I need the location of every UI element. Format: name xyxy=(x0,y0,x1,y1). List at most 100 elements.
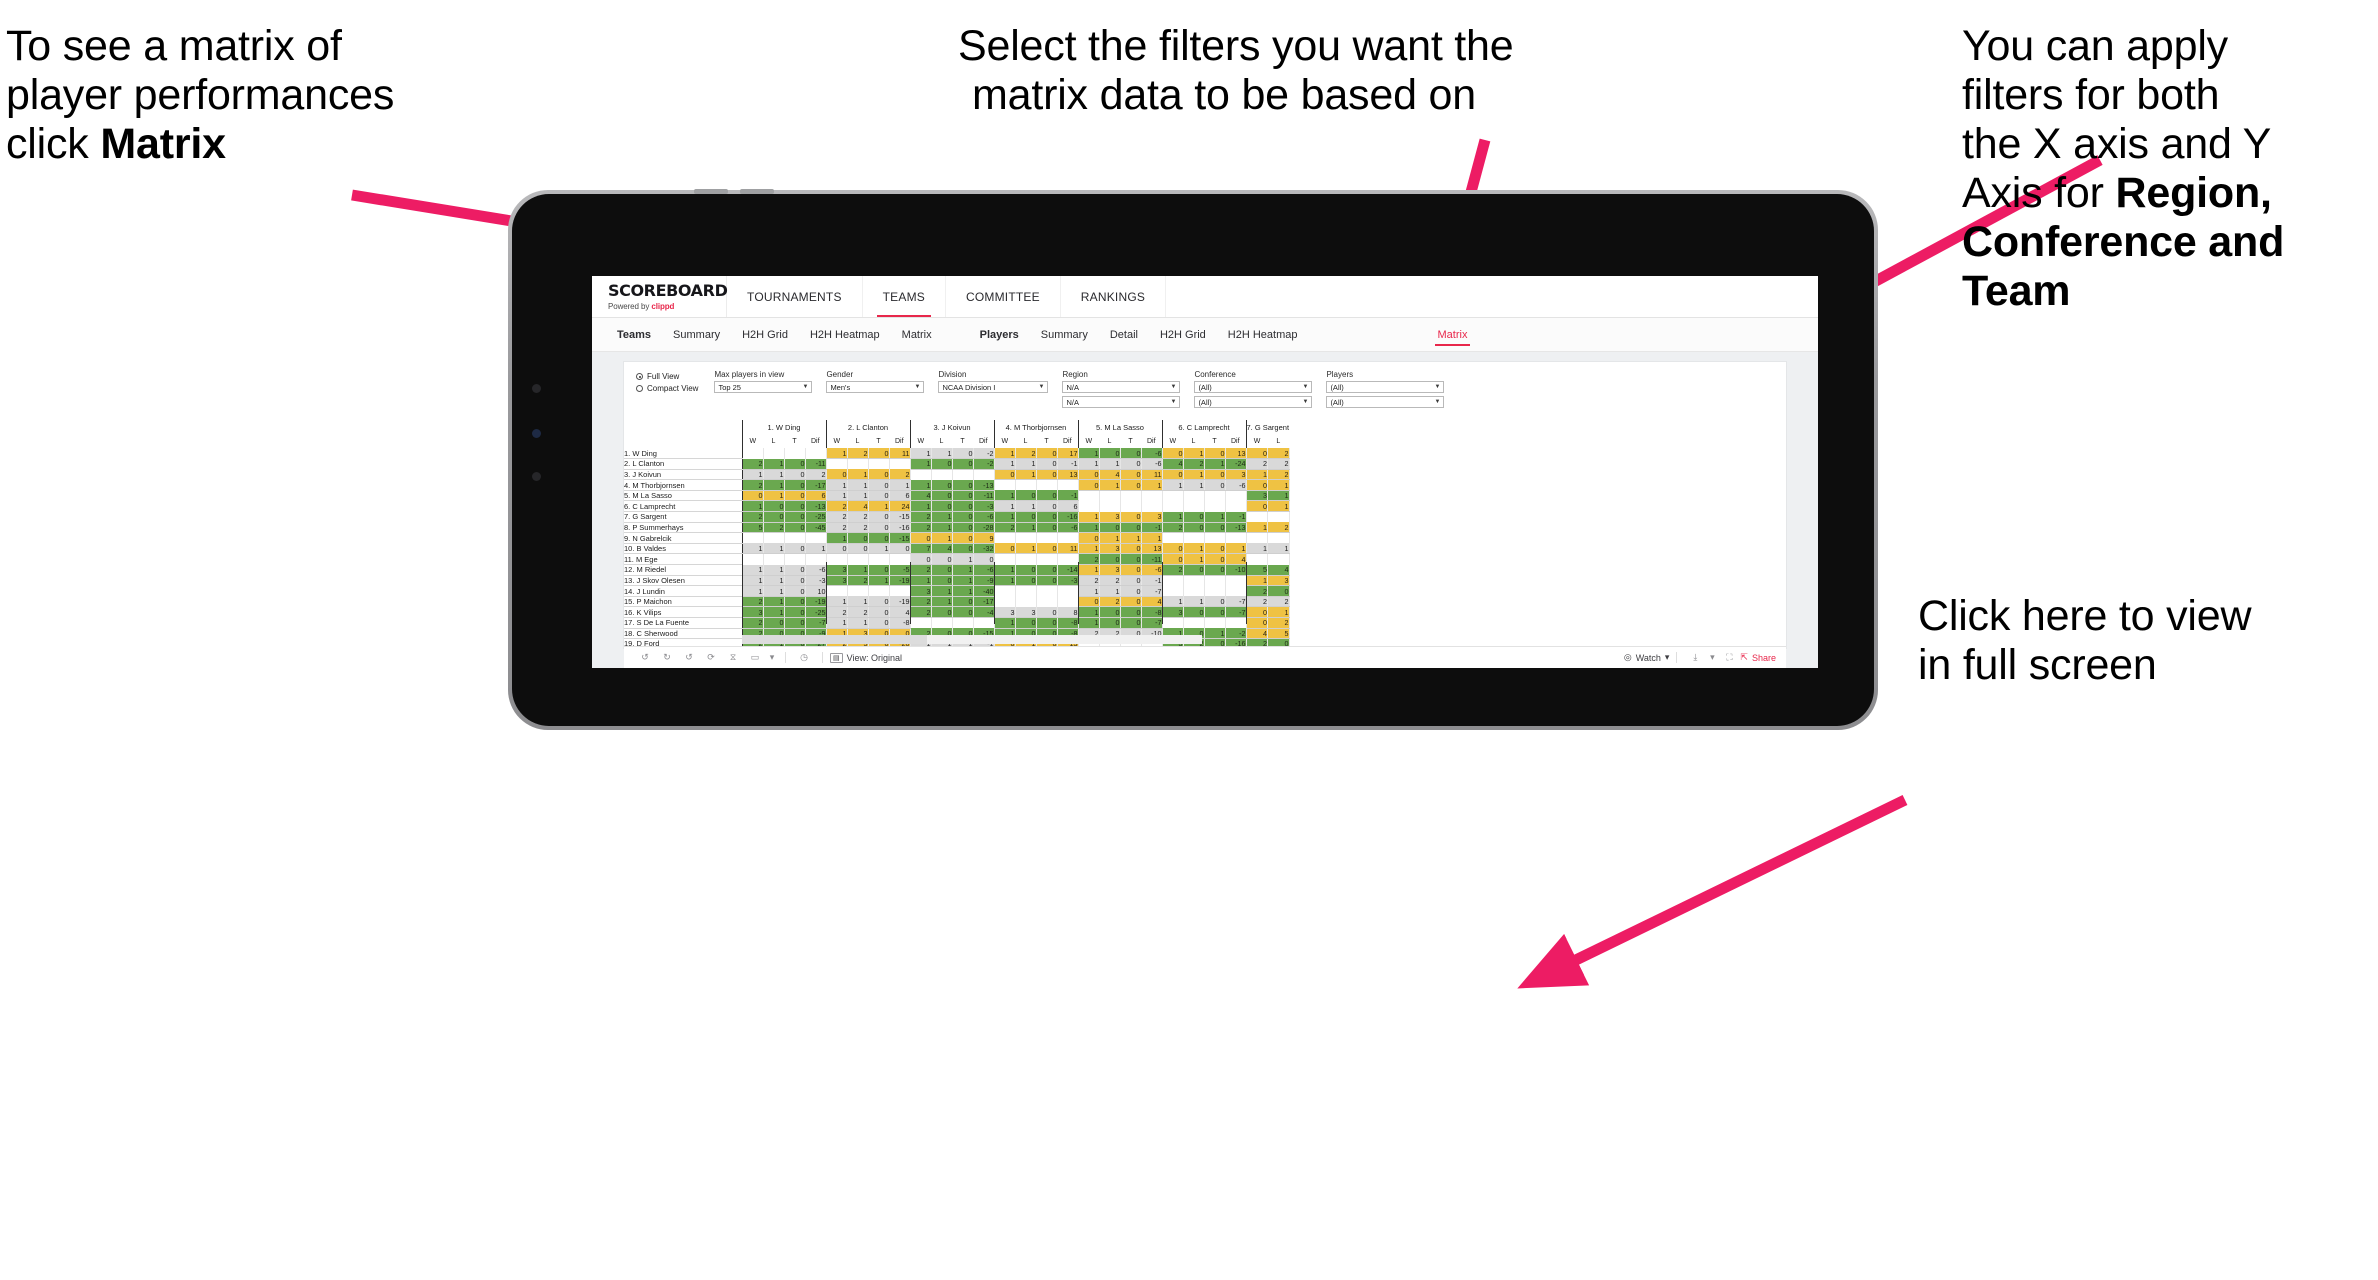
matrix-cell[interactable]: 1 xyxy=(1183,469,1205,481)
matrix-cell[interactable]: 1 xyxy=(741,543,764,555)
matrix-cell[interactable] xyxy=(805,448,827,459)
matrix-cell[interactable]: 2 xyxy=(1267,458,1290,470)
matrix-cell[interactable]: 9 xyxy=(973,532,995,544)
matrix-horizontal-scrollbar[interactable] xyxy=(742,635,1202,644)
matrix-cell[interactable]: 0 xyxy=(1036,543,1058,555)
matrix-cell[interactable]: 4 xyxy=(1161,458,1184,470)
matrix-cell[interactable] xyxy=(952,469,974,480)
matrix-cell[interactable] xyxy=(1099,500,1121,512)
matrix-cell[interactable]: 0 xyxy=(1120,448,1142,460)
matrix-cell[interactable]: 1 xyxy=(805,543,827,555)
app-logo[interactable]: SCOREBOARD Powered by clippd xyxy=(592,276,728,317)
matrix-cell[interactable]: 1 xyxy=(1267,479,1290,491)
sub-nav-players-h2h-heatmap[interactable]: H2H Heatmap xyxy=(1217,318,1309,352)
matrix-cell[interactable]: 1 xyxy=(1015,469,1037,481)
matrix-cell[interactable]: 0 xyxy=(1036,458,1058,470)
matrix-cell[interactable]: 1 xyxy=(1161,479,1184,491)
matrix-cell[interactable]: 1 xyxy=(1099,532,1121,544)
matrix-cell[interactable]: 1 xyxy=(1267,490,1290,502)
matrix-cell[interactable]: 1 xyxy=(1183,479,1205,491)
matrix-cell[interactable] xyxy=(1057,532,1079,544)
matrix-cell[interactable]: 1 xyxy=(1141,532,1163,544)
matrix-cell[interactable] xyxy=(1267,532,1290,544)
scrollbar-thumb[interactable] xyxy=(742,635,927,644)
sub-nav-teams-h2h-grid[interactable]: H2H Grid xyxy=(731,318,799,352)
matrix-cell[interactable]: 0 xyxy=(952,479,974,491)
matrix-cell[interactable]: 1 xyxy=(1077,511,1100,523)
matrix-cell[interactable]: 0 xyxy=(763,500,785,513)
matrix-cell[interactable]: 0 xyxy=(1120,469,1142,481)
pause-icon[interactable]: ⧖ xyxy=(722,649,744,667)
matrix-cell[interactable]: 3 xyxy=(1099,543,1121,555)
matrix-cell[interactable]: 0 xyxy=(868,448,890,460)
matrix-cell[interactable]: 0 xyxy=(1099,522,1121,534)
matrix-cell[interactable]: 4 xyxy=(1099,469,1121,481)
matrix-cell[interactable] xyxy=(825,458,848,470)
matrix-cell[interactable]: 3 xyxy=(1245,490,1269,502)
matrix-cell[interactable]: 0 xyxy=(1161,543,1184,555)
undo-icon[interactable]: ↺ xyxy=(634,649,656,667)
view-original-button[interactable]: ▤ View: Original xyxy=(830,652,902,663)
matrix-cell[interactable] xyxy=(993,479,1016,491)
matrix-cell[interactable]: 2 xyxy=(1161,522,1184,534)
matrix-cell[interactable] xyxy=(741,448,764,459)
matrix-cell[interactable]: 2 xyxy=(741,511,764,523)
matrix-cell[interactable]: 0 xyxy=(1099,448,1121,460)
matrix-cell[interactable]: 0 xyxy=(1036,448,1058,460)
matrix-cell[interactable]: -15 xyxy=(889,532,911,544)
matrix-cell[interactable] xyxy=(1077,490,1100,501)
matrix-cell[interactable]: 0 xyxy=(1183,522,1205,534)
matrix-cell[interactable]: 0 xyxy=(825,469,848,481)
matrix-cell[interactable] xyxy=(1015,532,1037,544)
matrix-cell[interactable]: 1 xyxy=(1099,458,1121,470)
matrix-cell[interactable]: 0 xyxy=(847,532,869,544)
matrix-cell[interactable]: -17 xyxy=(805,479,827,491)
matrix-cell[interactable]: -25 xyxy=(805,511,827,523)
matrix-cell[interactable]: 1 xyxy=(847,479,869,491)
matrix-cell[interactable]: -16 xyxy=(889,522,911,534)
matrix-cell[interactable]: 0 xyxy=(784,469,806,481)
matrix-cell[interactable]: 0 xyxy=(1077,532,1100,544)
matrix-cell[interactable]: 0 xyxy=(868,522,890,534)
matrix-cell[interactable]: -32 xyxy=(973,543,995,555)
matrix-cell[interactable]: 0 xyxy=(1036,511,1058,523)
matrix-cell[interactable] xyxy=(1204,500,1226,512)
matrix-cell[interactable]: 0 xyxy=(763,511,785,523)
matrix-cell[interactable] xyxy=(889,458,911,470)
matrix-cell[interactable]: 0 xyxy=(993,469,1016,481)
matrix-cell[interactable] xyxy=(847,458,869,470)
matrix-cell[interactable] xyxy=(1183,490,1205,501)
matrix-cell[interactable]: 1 xyxy=(1267,543,1290,555)
matrix-cell[interactable]: 0 xyxy=(909,532,932,544)
matrix-cell[interactable]: 0 xyxy=(952,532,974,544)
matrix-cell[interactable]: 0 xyxy=(931,479,953,491)
matrix-cell[interactable]: 1 xyxy=(931,532,953,544)
matrix-cell[interactable]: 0 xyxy=(1120,458,1142,470)
matrix-cell[interactable]: 1 xyxy=(763,479,785,491)
matrix-row[interactable]: 1. W Ding 1 2 0 11 1 1 0 -2 1 2 0 17 1 0 0 -6 0 1 0 13 0 2 xyxy=(624,448,1290,460)
matrix-cell[interactable]: 1 xyxy=(1015,500,1037,513)
matrix-row[interactable]: 5. M La Sasso 0 1 0 6 1 1 0 6 4 0 0 -11 1 0 0 -1 3 1 xyxy=(624,490,1290,502)
matrix-cell[interactable]: 0 xyxy=(868,511,890,523)
refresh-icon[interactable]: ⟳ xyxy=(700,649,722,667)
filter-division-select[interactable]: NCAA Division I ▼ xyxy=(938,381,1049,393)
matrix-cell[interactable]: 1 xyxy=(1204,458,1226,470)
watch-button[interactable]: ◎ Watch ▾ xyxy=(1624,652,1670,663)
matrix-cell[interactable]: -24 xyxy=(1225,458,1247,470)
matrix-cell[interactable]: 6 xyxy=(1057,500,1079,513)
matrix-cell[interactable]: 1 xyxy=(741,469,764,481)
matrix-cell[interactable]: 1 xyxy=(993,500,1016,513)
matrix-cell[interactable]: 3 xyxy=(1225,469,1247,481)
matrix-cell[interactable]: 1 xyxy=(1245,543,1269,555)
matrix-cell[interactable]: 0 xyxy=(868,532,890,544)
toolbar-caret-icon[interactable]: ▾ xyxy=(766,649,778,667)
matrix-cell[interactable]: 1 xyxy=(825,479,848,491)
matrix-cell[interactable] xyxy=(1245,532,1269,544)
filter-max-players-select[interactable]: Top 25 ▼ xyxy=(714,381,813,393)
matrix-cell[interactable] xyxy=(1099,490,1121,501)
filter-conference-select-x[interactable]: (All) ▼ xyxy=(1194,381,1313,393)
matrix-cell[interactable]: 2 xyxy=(909,522,932,534)
matrix-row[interactable]: 3. J Koivun 1 1 0 2 0 1 0 2 0 1 0 13 0 4 0 11 0 1 0 3 1 2 xyxy=(624,469,1290,481)
matrix-cell[interactable]: 1 xyxy=(1099,479,1121,491)
matrix-row[interactable]: 10. B Valdes 1 1 0 1 0 0 1 0 7 4 0 -32 0 1 0 11 1 3 0 13 0 1 0 1… xyxy=(624,543,1290,555)
